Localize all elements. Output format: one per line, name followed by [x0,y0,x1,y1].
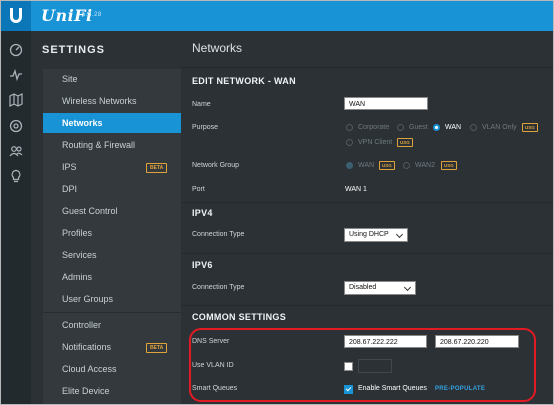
settings-nav: Site Wireless Networks Networks Routing … [43,69,189,404]
top-bar: UniFi 5.8.28 [1,1,553,31]
purpose-vlan-only-radio[interactable] [470,124,477,131]
sidebar-item-cloud-access[interactable]: Cloud Access [43,359,181,379]
network-group-wan-radio[interactable] [346,162,353,169]
sidebar-item-label: DPI [62,184,78,194]
ipv4-connection-type-select[interactable]: Using DHCP [344,228,408,242]
usg-badge: USG [522,123,538,132]
purpose-corporate-radio[interactable] [346,124,353,131]
purpose-wan-radio[interactable] [433,124,440,131]
statistics-icon[interactable] [8,67,24,83]
divider [181,202,553,203]
sidebar-item-guest-control[interactable]: Guest Control [43,201,181,221]
divider [181,253,553,254]
sidebar-item-elite-device[interactable]: Elite Device [43,381,181,401]
sidebar-item-dpi[interactable]: DPI [43,179,181,199]
sidebar-item-label: IPS [62,162,77,172]
ubiquiti-logo-icon[interactable] [1,1,31,31]
usg-badge: USG [441,161,457,170]
usg-badge: USG [379,161,395,170]
sidebar-item-label: Cloud Access [62,364,117,374]
sidebar-item-label: Site [62,74,78,84]
name-label: Name [192,101,211,108]
network-group-label: Network Group [192,162,240,169]
beta-badge: BETA [146,343,168,353]
purpose-vlan-only-label: VLAN Only [482,124,517,131]
ipv6-heading: IPV6 [192,260,213,270]
purpose-label: Purpose [192,124,219,131]
sidebar-item-label: Controller [62,320,102,330]
nav-divider [43,312,181,313]
sidebar-item-label: Profiles [62,228,93,238]
purpose-wan-label: WAN [445,124,462,131]
name-input[interactable]: WAN [344,97,428,110]
clients-icon[interactable] [8,143,24,159]
sidebar-item-services[interactable]: Services [43,245,181,265]
sidebar-item-label: Networks [62,118,103,128]
annotation-highlight [189,328,536,402]
network-group-wan2-radio[interactable] [403,162,410,169]
settings-sidebar: SETTINGS Site Wireless Networks Networks… [31,31,189,404]
ipv4-connection-type-label: Connection Type [192,231,245,238]
sidebar-item-label: Routing & Firewall [62,140,136,150]
beta-badge: BETA [146,163,168,173]
icon-rail [1,31,31,404]
dashboard-icon[interactable] [8,42,24,58]
sidebar-item-user-groups[interactable]: User Groups [43,289,181,309]
page-title: Networks [192,41,243,55]
network-group-wan-label: WAN [358,162,375,169]
ipv4-heading: IPV4 [192,208,213,218]
purpose-vpn-client-label: VPN Client [358,139,393,146]
port-value: WAN 1 [345,186,367,193]
chevron-down-icon [403,283,412,292]
sidebar-item-admins[interactable]: Admins [43,267,181,287]
purpose-guest-radio[interactable] [397,124,404,131]
sidebar-item-controller[interactable]: Controller [43,315,181,335]
edit-network-heading: EDIT NETWORK - WAN [192,76,296,86]
purpose-corporate-label: Corporate [358,124,390,131]
sidebar-item-ips[interactable]: IPS BETA [43,157,181,177]
sidebar-item-label: Wireless Networks [62,96,137,106]
divider [181,67,553,68]
sidebar-item-label: Elite Device [62,386,110,396]
devices-icon[interactable] [8,118,24,134]
sidebar-item-site[interactable]: Site [43,69,181,89]
sidebar-item-label: Guest Control [62,206,118,216]
usg-badge: USG [397,138,413,147]
map-icon[interactable] [8,92,24,108]
chevron-down-icon [395,230,404,239]
ipv6-connection-type-label: Connection Type [192,284,245,291]
sidebar-item-wireless-networks[interactable]: Wireless Networks [43,91,181,111]
ipv4-connection-type-value: Using DHCP [349,231,389,238]
sidebar-item-label: User Groups [62,294,114,304]
purpose-vpn-client-radio[interactable] [346,139,353,146]
sidebar-item-notifications[interactable]: Notifications BETA [43,337,181,357]
sidebar-item-profiles[interactable]: Profiles [43,223,181,243]
sidebar-item-networks[interactable]: Networks [43,113,189,133]
common-settings-heading: COMMON SETTINGS [192,312,286,322]
sidebar-item-routing-firewall[interactable]: Routing & Firewall [43,135,181,155]
sidebar-item-label: Services [62,250,97,260]
sidebar-item-label: Notifications [62,342,112,352]
unifi-window: UniFi 5.8.28 SETTINGS Site Wireless Netw… [0,0,554,405]
insights-icon[interactable] [8,168,24,184]
purpose-guest-label: Guest [409,124,428,131]
port-label: Port [192,186,205,193]
sidebar-item-label: Admins [62,272,93,282]
ipv6-connection-type-select[interactable]: Disabled [344,281,416,295]
ipv6-connection-type-value: Disabled [349,284,377,291]
network-group-wan2-label: WAN2 [415,162,435,169]
divider [181,305,553,306]
version-label: 5.8.28 [82,12,102,18]
settings-title: SETTINGS [42,44,106,56]
